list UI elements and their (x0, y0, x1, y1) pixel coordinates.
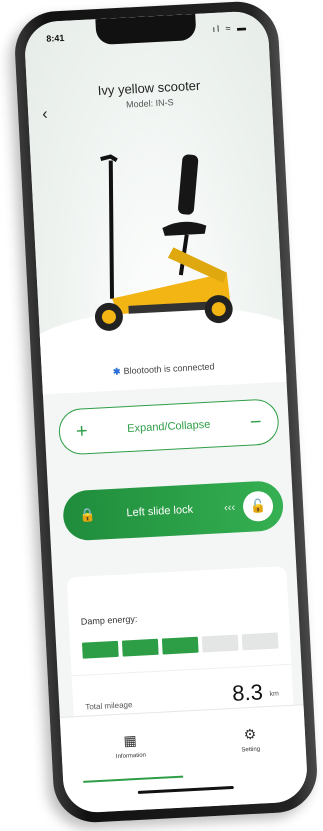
energy-segment (201, 634, 239, 653)
tab-setting[interactable]: ⚙ Setting (205, 724, 296, 756)
energy-level-bar (81, 632, 279, 659)
phone-notch (95, 13, 197, 46)
stats-card: Damp energy: Total mileage 8.3 km (66, 565, 295, 728)
tab-information[interactable]: ▦ Information (85, 730, 176, 762)
expand-collapse-label: Expand/Collapse (126, 418, 211, 436)
tab-setting-label: Setting (241, 746, 261, 754)
energy-segment (241, 632, 279, 651)
energy-segment (161, 636, 199, 655)
energy-segment (121, 638, 159, 657)
padlock-icon: 🔒 (78, 506, 96, 523)
home-indicator (137, 785, 234, 794)
expand-collapse-control: + Expand/Collapse − (57, 398, 280, 456)
gear-icon: ⚙ (243, 725, 257, 743)
slide-lock[interactable]: 🔒 Left slide lock ‹‹‹ 🔓 (62, 480, 285, 542)
app-screen: 8:41 ıl ≈ ▬ ‹ Ivy yellow scooter Model: … (23, 10, 309, 814)
chevrons-left-icon: ‹‹‹ (223, 501, 236, 515)
scooter-image (94, 154, 233, 331)
total-mileage-unit: km (269, 690, 280, 698)
energy-label: Damp energy: (80, 613, 138, 627)
status-icons: ıl ≈ ▬ (212, 22, 249, 35)
energy-segment (81, 640, 119, 659)
divider (71, 663, 292, 677)
total-mileage-value: 8.3 (231, 679, 264, 706)
bluetooth-icon: ✱ (112, 366, 121, 377)
plus-button[interactable]: + (75, 420, 88, 444)
tab-bar: ▦ Information ⚙ Setting (59, 704, 309, 814)
total-mileage-label: Total mileage (85, 700, 133, 712)
unlock-knob[interactable]: 🔓 (242, 490, 274, 523)
tab-information-label: Information (115, 752, 147, 761)
phone-frame: 8:41 ıl ≈ ▬ ‹ Ivy yellow scooter Model: … (12, 0, 320, 825)
slide-lock-label: Left slide lock (126, 503, 194, 520)
grid-icon: ▦ (123, 731, 138, 749)
status-time: 8:41 (46, 32, 65, 44)
minus-button[interactable]: − (249, 411, 262, 435)
active-tab-indicator (83, 775, 184, 783)
